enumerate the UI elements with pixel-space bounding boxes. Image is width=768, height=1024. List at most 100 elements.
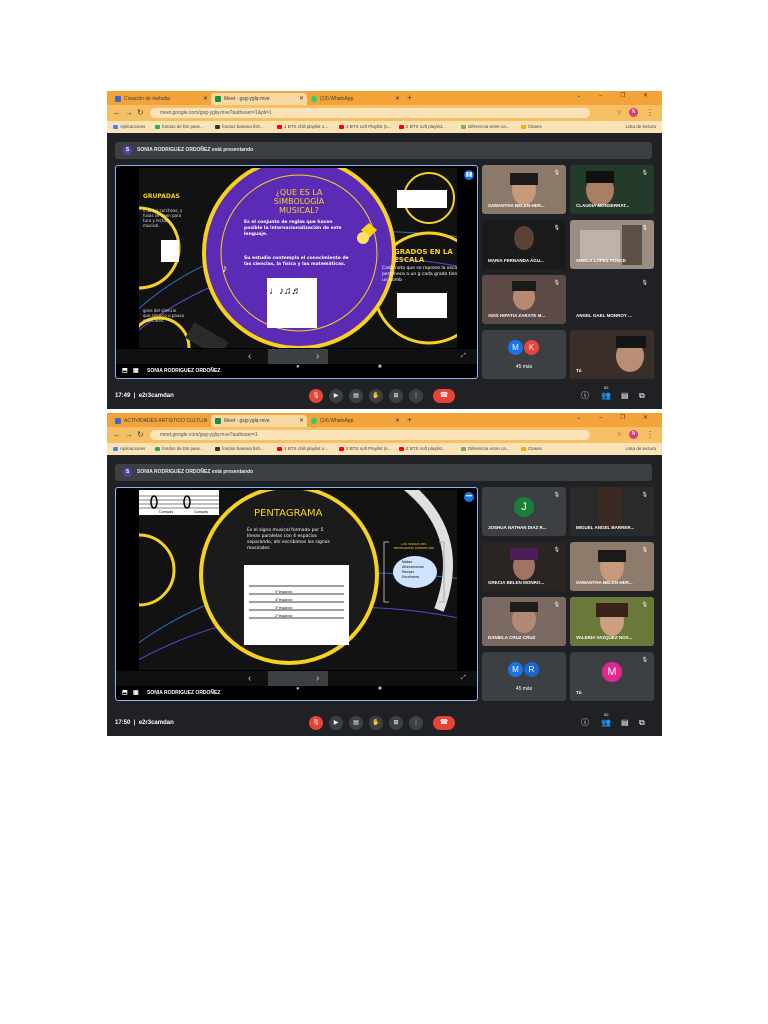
participant-tile[interactable]: 🎙 GRECIA BELEN MONRO... xyxy=(482,542,566,591)
presentation-stage[interactable]: Compás Compás PENTAGRAMA Es el signo mus… xyxy=(115,487,478,701)
bookmark[interactable]: Aplicaciones xyxy=(113,443,145,455)
more-participants-tile[interactable]: M K 45 más xyxy=(482,330,566,379)
url-field[interactable]: meet.google.com/gsg-yglq-mve?authuser=1 xyxy=(150,430,590,440)
pin-icon[interactable]: ⬒ xyxy=(122,686,128,700)
close-tab-icon[interactable]: ✕ xyxy=(395,415,400,427)
forward-icon[interactable]: → xyxy=(125,430,133,440)
close-tab-icon[interactable]: ✕ xyxy=(203,415,208,427)
participant-tile[interactable]: 🎙 CLAUDIA MONSERRAT... xyxy=(570,165,654,214)
reload-icon[interactable]: ↻ xyxy=(137,108,144,118)
bookmark[interactable]: 1 BTS chill playlist o... xyxy=(277,443,328,455)
present-icon[interactable]: ▣ xyxy=(133,686,139,700)
participant-avatar: J xyxy=(514,497,534,517)
pin-icon[interactable]: ⬒ xyxy=(122,364,128,378)
activities-icon[interactable]: ⧉ xyxy=(639,383,645,409)
url-field[interactable]: meet.google.com/gsg-yglq-mve?authuser=1&… xyxy=(150,108,590,118)
close-tab-icon[interactable]: ✕ xyxy=(395,93,400,105)
mic-toggle-button[interactable]: 🎙 xyxy=(309,389,323,403)
bookmark[interactable]: Diferencia entre ca... xyxy=(461,443,510,455)
present-icon[interactable]: ▣ xyxy=(133,364,139,378)
chat-icon[interactable]: ▤ xyxy=(621,710,629,736)
raise-hand-button[interactable]: ✋ xyxy=(369,389,383,403)
browser-tab[interactable]: ACTIVIDADES ARTISTICO CULTU... ✕ xyxy=(111,415,211,427)
fullscreen-icon[interactable]: ⤢ xyxy=(461,671,466,686)
bookmark[interactable]: Clases xyxy=(521,443,542,455)
chat-icon[interactable]: ▤ xyxy=(621,383,629,409)
self-tile[interactable]: M 🎙 Tú xyxy=(570,652,654,701)
more-options-button[interactable]: ⋮ xyxy=(409,716,423,730)
bookmark[interactable]: 3 BTS soft Playlist (s... xyxy=(339,121,391,133)
participant-tile[interactable]: 🎙 SHEILA LOPEZ PONCE xyxy=(570,220,654,269)
participant-tile[interactable]: 🎙 VALERIA VAZQUEZ NOX... xyxy=(570,597,654,646)
bookmark[interactable]: Aplicaciones xyxy=(113,121,145,133)
new-tab-icon[interactable]: + xyxy=(407,415,412,425)
forward-icon[interactable]: → xyxy=(125,108,133,118)
reading-list[interactable]: Lista de lectura xyxy=(625,443,656,455)
present-button[interactable]: ⊞ xyxy=(389,716,403,730)
bookmark[interactable]: Clases xyxy=(521,121,542,133)
profile-avatar[interactable]: N xyxy=(629,108,638,117)
back-icon[interactable]: ← xyxy=(113,430,121,440)
participant-tile[interactable]: 🎙 SAMANTHA BELEN HER... xyxy=(482,165,566,214)
bookmark[interactable]: fondos de btn para... xyxy=(155,443,203,455)
participant-tile[interactable]: 🎙 ANGEL GAEL MONROY ... xyxy=(570,275,654,324)
previous-slide-icon[interactable]: ‹ xyxy=(248,671,251,686)
camera-toggle-button[interactable]: ▶ xyxy=(329,389,343,403)
browser-tab[interactable]: Creación de melodia ✕ xyxy=(111,93,211,105)
present-button[interactable]: ⊞ xyxy=(389,389,403,403)
mic-toggle-button[interactable]: 🎙 xyxy=(309,716,323,730)
slide: Compás Compás PENTAGRAMA Es el signo mus… xyxy=(139,490,457,670)
bookmark[interactable]: 1 BTS chill playlist o... xyxy=(277,121,328,133)
profile-avatar[interactable]: N xyxy=(629,430,638,439)
next-slide-icon[interactable]: › xyxy=(316,349,319,364)
info-icon[interactable]: ⓘ xyxy=(581,383,589,409)
previous-slide-icon[interactable]: ‹ xyxy=(248,349,251,364)
participant-tile[interactable]: J 🎙 JOSHUA NATHAN DIAZ R... xyxy=(482,487,566,536)
menu-dots-icon[interactable]: ⋮ xyxy=(646,430,654,440)
leave-call-button[interactable]: ☎ xyxy=(433,716,455,730)
participant-tile[interactable]: 🎙 MIGUEL ANGEL BARRER... xyxy=(570,487,654,536)
close-tab-icon[interactable]: ✕ xyxy=(203,93,208,105)
reload-icon[interactable]: ↻ xyxy=(137,430,144,440)
captions-button[interactable]: ▤ xyxy=(349,716,363,730)
more-options-icon[interactable]: ••• xyxy=(464,492,474,502)
participant-tile[interactable]: 🎙 MARIA FERNANDA AGU... xyxy=(482,220,566,269)
self-tile[interactable]: Tú xyxy=(570,330,654,379)
browser-tab[interactable]: (13) WhatsApp ✕ xyxy=(307,93,403,105)
more-participants-tile[interactable]: M R 45 más xyxy=(482,652,566,701)
window-controls[interactable]: ⌄ – ❐ ✕ xyxy=(576,414,656,421)
back-icon[interactable]: ← xyxy=(113,108,121,118)
presentation-stage[interactable]: GRUPADAS s de las corcheas, y fusas se u… xyxy=(115,165,478,379)
participant-tile[interactable]: 🎙 SAMANTHA BELEN HER... xyxy=(570,542,654,591)
close-tab-icon[interactable]: ✕ xyxy=(299,93,304,105)
menu-dots-icon[interactable]: ⋮ xyxy=(646,108,654,118)
bookmark[interactable]: fondos de btn para... xyxy=(155,121,203,133)
reading-list[interactable]: Lista de lectura xyxy=(625,121,656,133)
bookmark[interactable]: fondos banana fish... xyxy=(215,443,264,455)
browser-tab-active[interactable]: Meet - gsg-yglq-mve ✕ xyxy=(211,415,307,427)
window-controls[interactable]: ⌄ – ❐ ✕ xyxy=(576,92,656,99)
next-slide-icon[interactable]: › xyxy=(316,671,319,686)
fullscreen-icon[interactable]: ⤢ xyxy=(461,349,466,364)
participant-tile[interactable]: 🎙 ADIS HIPATIA ZARATE M... xyxy=(482,275,566,324)
leave-call-button[interactable]: ☎ xyxy=(433,389,455,403)
browser-tab[interactable]: (14) WhatsApp ✕ xyxy=(307,415,403,427)
page-dot-icon: ● xyxy=(296,364,300,370)
star-icon[interactable]: ☆ xyxy=(617,108,622,118)
star-icon[interactable]: ☆ xyxy=(617,430,622,440)
more-options-button[interactable]: ⋮ xyxy=(409,389,423,403)
bookmark[interactable]: 2 BTS soft playlist... xyxy=(399,121,446,133)
captions-button[interactable]: ▤ xyxy=(349,389,363,403)
camera-toggle-button[interactable]: ▶ xyxy=(329,716,343,730)
bookmark[interactable]: Diferencia entre ca... xyxy=(461,121,510,133)
bookmark[interactable]: 2 BTS soft playlist... xyxy=(399,443,446,455)
info-icon[interactable]: ⓘ xyxy=(581,710,589,736)
close-tab-icon[interactable]: ✕ xyxy=(299,415,304,427)
bookmark[interactable]: fondos banana fish... xyxy=(215,121,264,133)
raise-hand-button[interactable]: ✋ xyxy=(369,716,383,730)
browser-tab-active[interactable]: Meet - gsg-yglq-mve ✕ xyxy=(211,93,307,105)
activities-icon[interactable]: ⧉ xyxy=(639,710,645,736)
bookmark[interactable]: 3 BTS soft Playlist (s... xyxy=(339,443,391,455)
participant-tile[interactable]: 🎙 DANIELA CRUZ CRUZ xyxy=(482,597,566,646)
new-tab-icon[interactable]: + xyxy=(407,93,412,103)
